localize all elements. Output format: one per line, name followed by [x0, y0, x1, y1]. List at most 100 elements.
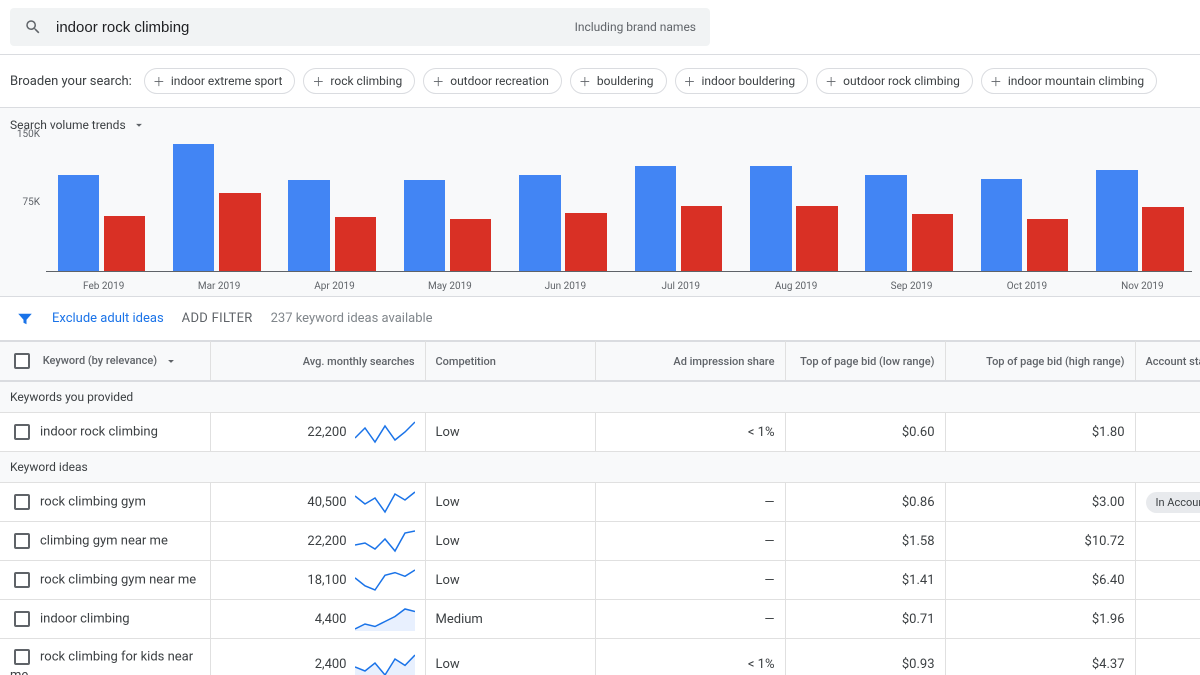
bar-mobile[interactable] — [104, 216, 146, 272]
chip-label: indoor extreme sport — [171, 74, 283, 88]
x-tick-label: Jun 2019 — [508, 281, 623, 292]
chart-title-dropdown[interactable]: Search volume trends — [0, 108, 1200, 136]
table-row: climbing gym near me22,200Low—$1.58$10.7… — [0, 522, 1200, 561]
broaden-chip[interactable]: ＋ indoor bouldering — [675, 68, 809, 94]
avg-searches-value: 18,100 — [287, 573, 347, 588]
bar-mobile[interactable] — [796, 206, 838, 272]
avg-searches-value: 2,400 — [287, 657, 347, 672]
bid-low-value: $0.93 — [785, 639, 945, 675]
chart-body: 150K75K Feb 2019Mar 2019Apr 2019May 2019… — [0, 136, 1200, 296]
col-account-status[interactable]: Account status — [1135, 342, 1200, 382]
bar-total[interactable] — [1096, 170, 1138, 272]
row-checkbox[interactable] — [14, 424, 30, 440]
chart-section: Search volume trends 150K75K Feb 2019Mar… — [0, 108, 1200, 297]
bid-high-value: $3.00 — [945, 483, 1135, 522]
col-keyword[interactable]: Keyword (by relevance) — [0, 342, 210, 382]
keyword-text: rock climbing gym near me — [40, 572, 196, 587]
row-checkbox[interactable] — [14, 533, 30, 549]
broaden-chip[interactable]: ＋bouldering — [570, 68, 667, 94]
plus-icon: ＋ — [825, 73, 837, 90]
competition-value: Low — [425, 561, 595, 600]
table-row: rock climbing for kids near me2,400Low< … — [0, 639, 1200, 675]
chip-label: indoor mountain climbing — [1008, 74, 1144, 88]
search-hint: Including brand names — [575, 20, 696, 34]
keyword-text: indoor climbing — [40, 611, 130, 626]
bar-total[interactable] — [865, 175, 907, 272]
bid-high-value: $6.40 — [945, 561, 1135, 600]
row-checkbox[interactable] — [14, 572, 30, 588]
competition-value: Low — [425, 639, 595, 675]
row-checkbox[interactable] — [14, 611, 30, 627]
row-checkbox[interactable] — [14, 649, 30, 665]
col-bid-low[interactable]: Top of page bid (low range) — [785, 342, 945, 382]
bid-high-value: $1.96 — [945, 600, 1135, 639]
bar-mobile[interactable] — [219, 193, 261, 272]
col-impression-share[interactable]: Ad impression share — [595, 342, 785, 382]
broaden-chip[interactable]: ＋ indoor extreme sport — [144, 68, 296, 94]
bar-group — [277, 140, 392, 272]
bar-total[interactable] — [173, 144, 215, 272]
bar-group — [854, 140, 969, 272]
impression-share-value: — — [595, 600, 785, 639]
broaden-row: Broaden your search: ＋indoor extreme spo… — [0, 54, 1200, 108]
chip-label: rock climbing — [330, 74, 402, 88]
x-tick-label: Oct 2019 — [969, 281, 1084, 292]
bid-low-value: $0.86 — [785, 483, 945, 522]
bar-mobile[interactable] — [335, 217, 377, 272]
exclude-adult-ideas-link[interactable]: Exclude adult ideas — [52, 311, 164, 326]
table-row: indoor climbing4,400Medium—$0.71$1.96 — [0, 600, 1200, 639]
select-all-checkbox[interactable] — [14, 353, 30, 369]
section-header: Keywords you provided — [0, 381, 1200, 413]
account-status-cell — [1135, 522, 1200, 561]
keyword-text: rock climbing gym — [40, 494, 146, 509]
broaden-chip[interactable]: ＋ rock climbing — [303, 68, 415, 94]
col-bid-high[interactable]: Top of page bid (high range) — [945, 342, 1135, 382]
bar-mobile[interactable] — [1027, 219, 1069, 272]
bid-low-value: $0.71 — [785, 600, 945, 639]
avg-searches-value: 4,400 — [287, 612, 347, 627]
bar-total[interactable] — [58, 175, 100, 272]
plus-icon: ＋ — [312, 73, 324, 90]
bar-total[interactable] — [635, 166, 677, 272]
x-tick-label: Nov 2019 — [1085, 281, 1200, 292]
keyword-text: indoor rock climbing — [40, 424, 158, 439]
plus-icon: ＋ — [990, 73, 1002, 90]
chip-label: indoor bouldering — [702, 74, 796, 88]
bar-total[interactable] — [404, 180, 446, 272]
row-checkbox[interactable] — [14, 494, 30, 510]
col-competition[interactable]: Competition — [425, 342, 595, 382]
impression-share-value: — — [595, 561, 785, 600]
plus-icon: ＋ — [684, 73, 696, 90]
y-tick-label: 150K — [17, 129, 40, 140]
chip-label: bouldering — [597, 74, 654, 88]
keyword-count-text: 237 keyword ideas available — [271, 311, 433, 326]
bar-group — [161, 140, 276, 272]
searchbox[interactable]: Including brand names — [10, 8, 710, 46]
sparkline — [355, 568, 415, 592]
broaden-chip[interactable]: ＋outdoor recreation — [423, 68, 562, 94]
x-tick-label: Mar 2019 — [161, 281, 276, 292]
account-status-pill[interactable]: In Account — [1146, 492, 1200, 513]
bar-group — [738, 140, 853, 272]
filter-icon[interactable] — [16, 310, 34, 328]
bar-mobile[interactable] — [681, 206, 723, 272]
bar-total[interactable] — [981, 179, 1023, 272]
broaden-chip[interactable]: ＋ indoor mountain climbing — [981, 68, 1157, 94]
bar-group — [623, 140, 738, 272]
bar-total[interactable] — [519, 175, 561, 272]
search-input[interactable] — [54, 18, 565, 37]
chip-label: outdoor recreation — [450, 74, 549, 88]
bar-mobile[interactable] — [450, 219, 492, 272]
add-filter-button[interactable]: ADD FILTER — [182, 311, 253, 326]
section-header: Keyword ideas — [0, 452, 1200, 483]
col-avg-searches[interactable]: Avg. monthly searches — [210, 342, 425, 382]
broaden-chip[interactable]: ＋outdoor rock climbing — [816, 68, 973, 94]
bar-mobile[interactable] — [1142, 207, 1184, 272]
bar-mobile[interactable] — [912, 214, 954, 272]
bar-group — [392, 140, 507, 272]
bar-total[interactable] — [288, 180, 330, 272]
avg-searches-value: 22,200 — [287, 425, 347, 440]
bar-mobile[interactable] — [565, 213, 607, 272]
bar-total[interactable] — [750, 166, 792, 272]
plus-icon: ＋ — [153, 73, 165, 90]
